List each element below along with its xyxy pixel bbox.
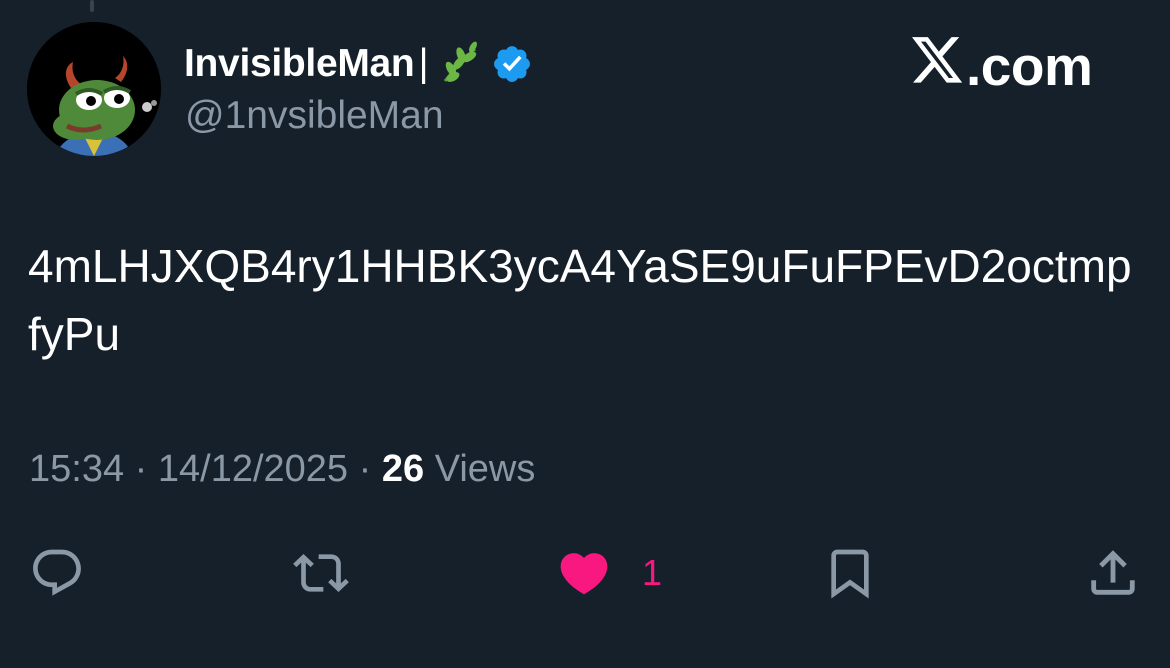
brand-domain-text: .com (966, 35, 1093, 97)
heart-icon (560, 553, 608, 595)
bookmark-button[interactable] (822, 538, 878, 608)
thread-connector-line (90, 0, 94, 12)
meta-separator: · (358, 448, 372, 490)
name-separator: | (418, 42, 429, 85)
views-label: Views (434, 448, 536, 490)
tweet-action-bar: 1 (0, 538, 1170, 608)
share-icon (1091, 550, 1135, 595)
meta-separator: · (134, 448, 148, 490)
verified-badge-icon[interactable] (491, 43, 533, 85)
retweet-button[interactable] (290, 538, 352, 608)
bookmark-icon (831, 549, 869, 599)
author-display-name[interactable]: InvisibleMan (184, 42, 415, 86)
reply-button[interactable] (28, 538, 86, 608)
herb-leaf-icon (437, 41, 483, 87)
tweet-meta: 15:34 · 14/12/2025 · 26 Views (29, 448, 535, 491)
avatar[interactable] (27, 22, 161, 156)
like-count: 1 (642, 552, 663, 593)
tweet-time[interactable]: 15:34 (29, 448, 124, 490)
frog-avatar-icon (27, 22, 161, 156)
reply-icon (33, 549, 81, 596)
share-button[interactable] (1084, 538, 1142, 608)
tweet-date[interactable]: 14/12/2025 (158, 448, 348, 490)
brand-watermark: .com (912, 34, 1093, 98)
views-count: 26 (381, 448, 425, 490)
author-handle[interactable]: @1nvsibleMan (185, 94, 444, 138)
x-logo-icon (912, 34, 964, 98)
retweet-icon (293, 554, 349, 592)
tweet-body-text: 4mLHJXQB4ry1HHBK3ycA4YaSE9uFuFPEvD2octmp… (28, 240, 1132, 360)
like-button[interactable]: 1 (554, 538, 662, 608)
author-name-row[interactable]: InvisibleMan | (184, 40, 533, 88)
